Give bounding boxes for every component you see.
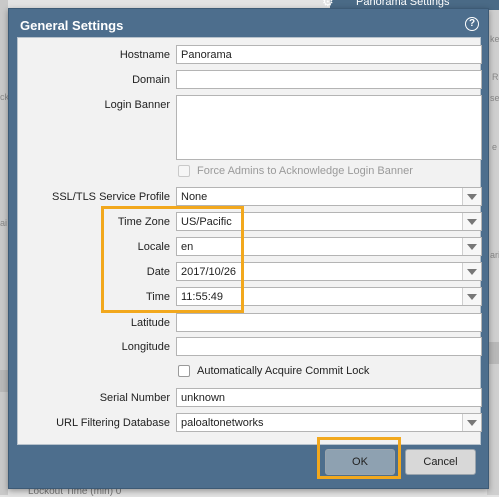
locale-label: Locale (137, 241, 170, 253)
auto-commit-lock-label: Automatically Acquire Commit Lock (197, 365, 370, 377)
time-select[interactable]: 11:55:49 (176, 287, 482, 306)
general-settings-dialog: General Settings ? Hostname Panorama Dom… (8, 8, 489, 489)
background-label: se (490, 93, 499, 103)
domain-input[interactable] (176, 70, 482, 89)
date-row: Date 2017/10/26 (18, 262, 482, 282)
url-filtering-label: URL Filtering Database (56, 417, 170, 429)
date-label: Date (146, 266, 170, 278)
background-label: ariz (490, 250, 499, 260)
background-left-panel (0, 0, 8, 495)
force-ack-checkbox[interactable] (178, 165, 190, 177)
background-divider (0, 370, 8, 392)
latitude-label: Latitude (130, 317, 170, 329)
login-banner-textarea[interactable] (176, 95, 482, 160)
url-filtering-select[interactable]: paloaltonetworks (176, 413, 482, 432)
domain-label: Domain (132, 74, 170, 86)
latitude-row: Latitude (18, 313, 482, 333)
login-banner-row: Login Banner (18, 95, 482, 160)
cancel-button[interactable]: Cancel (405, 449, 476, 475)
ok-button[interactable]: OK (325, 449, 395, 475)
time-label: Time (145, 291, 170, 303)
locale-select[interactable]: en (176, 237, 482, 256)
auto-commit-lock-row: Automatically Acquire Commit Lock (18, 364, 482, 384)
force-ack-label: Force Admins to Acknowledge Login Banner (197, 165, 413, 177)
longitude-input[interactable] (176, 337, 482, 356)
background-label: ke (490, 34, 499, 44)
time-zone-select[interactable]: US/Pacific (176, 212, 482, 231)
time-zone-row: Time Zone US/Pacific (18, 212, 482, 232)
hostname-label: Hostname (119, 49, 170, 61)
locale-row: Locale en (18, 237, 482, 257)
url-filtering-value: paloaltonetworks (181, 417, 264, 429)
chevron-down-icon[interactable] (462, 238, 481, 255)
longitude-row: Longitude (18, 337, 482, 357)
background-label: R (492, 72, 499, 82)
auto-commit-lock-checkbox[interactable] (178, 365, 190, 377)
background-label: e (492, 142, 498, 152)
chevron-down-icon[interactable] (462, 414, 481, 431)
chevron-down-icon[interactable] (462, 263, 481, 280)
serial-number-row: Serial Number unknown (18, 388, 482, 408)
hostname-row: Hostname Panorama (18, 45, 482, 65)
ssl-tls-row: SSL/TLS Service Profile None (18, 187, 482, 207)
help-icon[interactable]: ? (465, 17, 479, 31)
chevron-down-icon[interactable] (462, 188, 481, 205)
dialog-title: General Settings (20, 18, 124, 33)
date-value: 2017/10/26 (181, 266, 237, 278)
chevron-down-icon[interactable] (462, 213, 481, 230)
dialog-body: Hostname Panorama Domain Login Banner Fo… (17, 37, 482, 445)
date-select[interactable]: 2017/10/26 (176, 262, 482, 281)
latitude-input[interactable] (176, 313, 482, 332)
domain-row: Domain (18, 70, 482, 90)
serial-number-input[interactable]: unknown (176, 388, 482, 407)
time-value: 11:55:49 (181, 291, 224, 303)
ssl-tls-value: None (181, 191, 208, 203)
chevron-down-icon[interactable] (462, 288, 481, 305)
locale-value: en (181, 241, 194, 253)
time-zone-value: US/Pacific (181, 216, 232, 228)
ssl-tls-label: SSL/TLS Service Profile (52, 191, 170, 203)
background-header-title: Panorama Settings (356, 0, 450, 8)
serial-number-label: Serial Number (99, 392, 170, 404)
time-row: Time 11:55:49 (18, 287, 482, 307)
hostname-input[interactable]: Panorama (176, 45, 482, 64)
login-banner-label: Login Banner (104, 99, 170, 111)
background-label: ai (0, 218, 8, 228)
url-filtering-row: URL Filtering Database paloaltonetworks (18, 413, 482, 433)
ssl-tls-select[interactable]: None (176, 187, 482, 206)
time-zone-label: Time Zone (117, 216, 170, 228)
force-ack-row: Force Admins to Acknowledge Login Banner (18, 164, 482, 184)
longitude-label: Longitude (121, 341, 170, 353)
